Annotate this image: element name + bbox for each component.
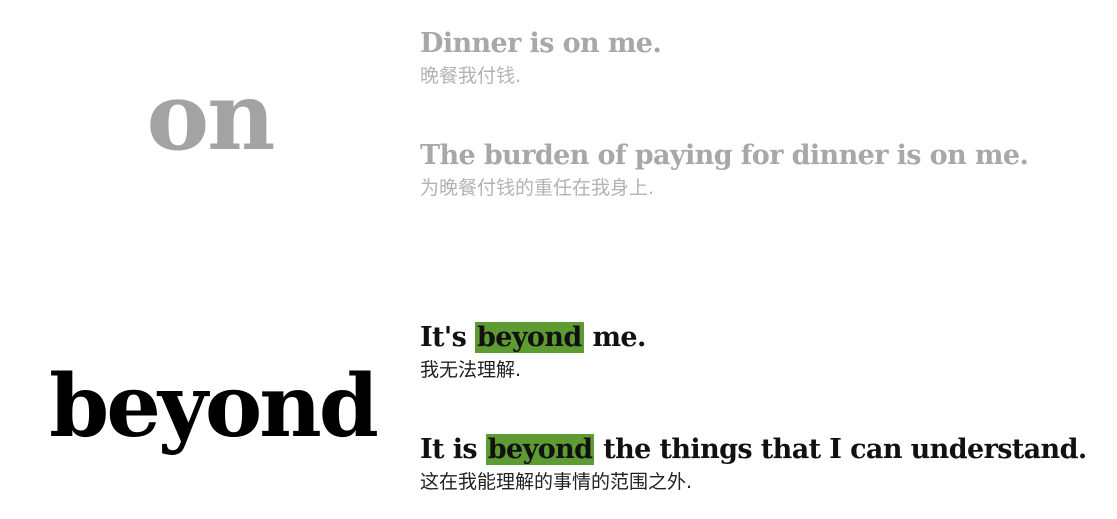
- headword-beyond: beyond: [49, 356, 379, 457]
- sentence-text: It's: [420, 322, 475, 353]
- chinese-translation: 这在我能理解的事情的范围之外.: [420, 471, 693, 493]
- sentence-text: me.: [583, 322, 646, 353]
- chinese-translation: 为晚餐付钱的重任在我身上.: [420, 177, 655, 199]
- english-sentence: It is beyond the things that I can under…: [420, 430, 1087, 470]
- example-sentence: It's beyond me. 我无法理解.: [420, 318, 646, 382]
- sentence-text: It is: [420, 434, 486, 465]
- example-sentence: Dinner is on me. 晚餐我付钱.: [420, 24, 662, 88]
- english-sentence: Dinner is on me.: [420, 28, 662, 59]
- headword-on: on: [146, 62, 275, 172]
- highlighted-word: beyond: [474, 322, 584, 353]
- example-sentence: It is beyond the things that I can under…: [420, 430, 1087, 494]
- example-sentence: The burden of paying for dinner is on me…: [420, 136, 1029, 200]
- english-sentence: The burden of paying for dinner is on me…: [420, 140, 1029, 171]
- chinese-translation: 晚餐我付钱.: [420, 65, 522, 87]
- english-sentence: It's beyond me.: [420, 318, 646, 358]
- sentence-text: the things that I can understand.: [594, 434, 1087, 465]
- chinese-translation: 我无法理解.: [420, 359, 522, 381]
- highlighted-word: beyond: [485, 434, 595, 465]
